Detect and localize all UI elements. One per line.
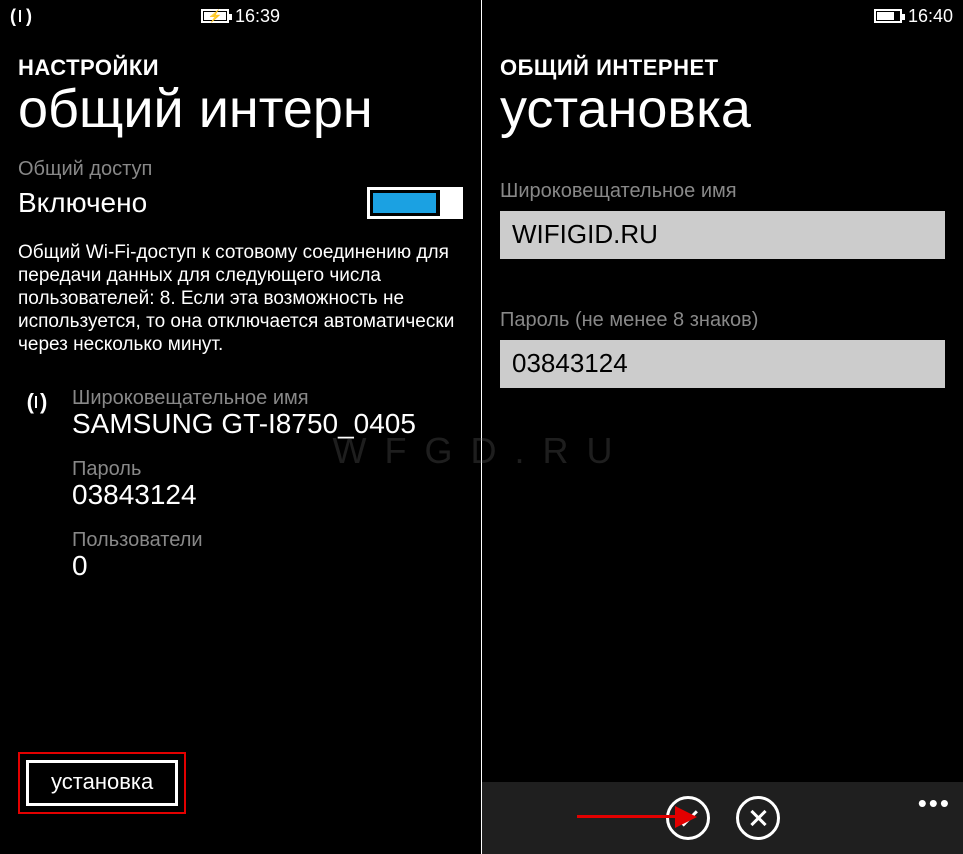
confirm-button[interactable] (666, 796, 710, 840)
ssid-value: SAMSUNG GT-I8750_0405 (72, 408, 463, 440)
users-value: 0 (72, 550, 463, 582)
status-bar: 16:40 (482, 0, 963, 30)
status-time: 16:40 (908, 6, 953, 27)
password-input-label: Пароль (не менее 8 знаков) (500, 309, 945, 332)
phone-screen-right: 16:40 ОБЩИЙ ИНТЕРНЕТ установка Широковещ… (482, 0, 963, 854)
breadcrumb: ОБЩИЙ ИНТЕРНЕТ (482, 30, 963, 81)
app-bar: ••• (482, 782, 963, 854)
ssid-input[interactable] (500, 211, 945, 259)
status-bar: () ⚡ 16:39 (0, 0, 481, 30)
hotspot-icon: () (10, 6, 30, 27)
setup-button-highlight: установка (18, 752, 186, 814)
password-input[interactable] (500, 340, 945, 388)
sharing-toggle[interactable] (367, 187, 463, 219)
password-value: 03843124 (72, 479, 463, 511)
users-label: Пользователи (72, 529, 463, 552)
cancel-button[interactable] (736, 796, 780, 840)
battery-icon (874, 9, 902, 23)
setup-button[interactable]: установка (26, 760, 178, 806)
sharing-state: Включено (18, 187, 347, 219)
page-title: установка (482, 81, 963, 138)
page-title: общий интерн (0, 81, 481, 138)
broadcast-icon: () (27, 389, 46, 415)
password-label: Пароль (72, 458, 463, 481)
check-icon (676, 805, 697, 826)
sharing-label: Общий доступ (18, 158, 463, 181)
sharing-description: Общий Wi-Fi-доступ к сотовому соединению… (18, 241, 463, 357)
breadcrumb: НАСТРОЙКИ (0, 30, 481, 81)
ssid-label: Широковещательное имя (72, 387, 463, 410)
phone-screen-left: () ⚡ 16:39 НАСТРОЙКИ общий интерн Общий … (0, 0, 481, 854)
battery-charging-icon: ⚡ (201, 9, 229, 23)
more-button[interactable]: ••• (918, 788, 951, 819)
status-time: 16:39 (235, 6, 280, 27)
close-icon (748, 808, 768, 828)
ssid-input-label: Широковещательное имя (500, 180, 945, 203)
